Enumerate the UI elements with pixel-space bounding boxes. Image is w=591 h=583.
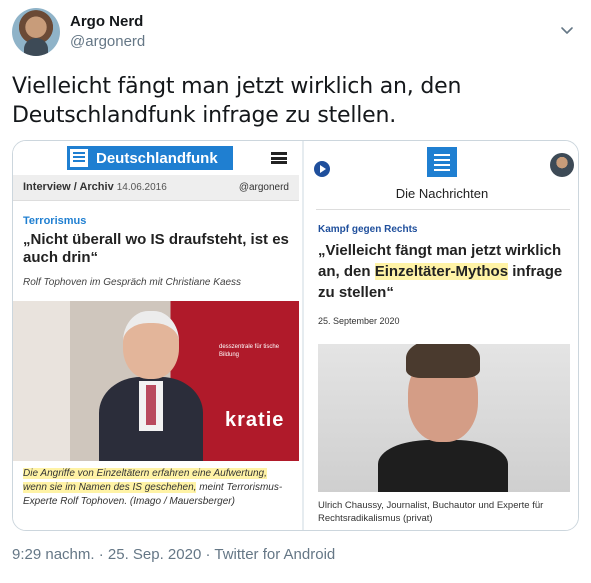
dlf-subbar: Interview / Archiv 14.06.2016 @argonerd: [13, 175, 299, 201]
play-icon: [314, 161, 330, 177]
dlf-kicker: Terrorismus: [23, 215, 87, 227]
dlf-section: Interview / Archiv 14.06.2016: [23, 181, 167, 193]
photo-banner-text: kratie: [225, 409, 285, 431]
dlf-byline: Rolf Tophoven im Gespräch mit Christiane…: [23, 277, 242, 288]
tweet-timestamp[interactable]: 9:29 nachm. · 25. Sep. 2020 · Twitter fo…: [12, 546, 335, 563]
dlf-headline: „Nicht überall wo IS draufsteht, ist es …: [23, 231, 289, 266]
photo-person: [99, 311, 203, 461]
dlf-logo-text: Deutschlandfunk: [96, 149, 218, 167]
tweet-text-line: Deutschlandfunk infrage zu stellen.: [12, 103, 397, 128]
dn-caption: Ulrich Chaussy, Journalist, Buchautor un…: [318, 500, 544, 524]
media-image-left[interactable]: Deutschlandfunk Interview / Archiv 14.06…: [13, 141, 299, 530]
dlf-date: 14.06.2016: [116, 182, 167, 193]
photo-person: [378, 344, 508, 492]
dlf-logo: Deutschlandfunk: [67, 146, 233, 170]
dlf-caption: Die Angriffe von Einzeltätern erfahren e…: [23, 467, 293, 509]
dlf-photo: desszentrale für tische Bildung kratie: [13, 301, 299, 461]
dlf-logo-icon: [427, 147, 457, 177]
author-display-name[interactable]: Argo Nerd: [70, 13, 143, 30]
dn-date: 25. September 2020: [318, 316, 400, 326]
tweet-media[interactable]: Deutschlandfunk Interview / Archiv 14.06…: [12, 140, 579, 531]
dn-headline-highlight: Einzeltäter-Mythos: [374, 263, 509, 280]
tweet-header: Argo Nerd @argonerd: [12, 8, 579, 56]
author-handle[interactable]: @argonerd: [70, 33, 145, 50]
photo-banner-small-text: desszentrale für tische Bildung: [219, 344, 280, 358]
tweet-text-line: Vielleicht fängt man jetzt wirklich an, …: [12, 74, 462, 99]
dn-photo: [318, 344, 570, 492]
media-image-right[interactable]: Die Nachrichten Kampf gegen Rechts „Viel…: [302, 141, 578, 530]
tweet-text: Vielleicht fängt man jetzt wirklich an, …: [12, 72, 572, 130]
author-avatar[interactable]: [12, 8, 60, 56]
dlf-logo-icon: [67, 146, 91, 170]
avatar: [550, 153, 574, 177]
chevron-down-icon[interactable]: [559, 22, 575, 38]
dn-headline: „Vielleicht fängt man jetzt wirklich an,…: [318, 240, 574, 303]
divider: [316, 209, 570, 210]
hamburger-menu-icon: [271, 152, 287, 164]
dlf-section-label: Interview / Archiv: [23, 181, 114, 193]
dn-title: Die Nachrichten: [395, 186, 489, 201]
dlf-topbar: Deutschlandfunk: [13, 141, 299, 175]
dlf-watermark-handle: @argonerd: [238, 182, 289, 193]
dn-kicker: Kampf gegen Rechts: [318, 224, 418, 235]
